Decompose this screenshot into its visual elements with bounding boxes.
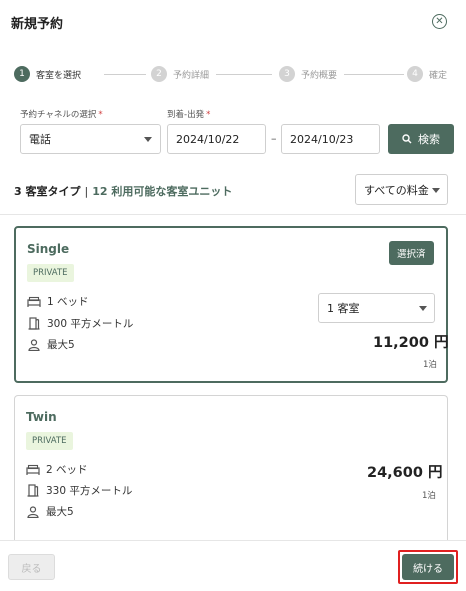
checkin-value: 2024/10/22 (176, 132, 240, 146)
step-connector (216, 74, 272, 75)
room-badge: PRIVATE (27, 264, 74, 282)
close-icon[interactable]: ✕ (432, 14, 447, 29)
room-area-label: 330 平方メートル (46, 485, 133, 497)
step-number: 3 (279, 66, 295, 82)
dialog-title: 新規予約 (11, 17, 64, 32)
chevron-down-icon (419, 306, 427, 311)
room-beds-label: 2 ベッド (46, 464, 88, 476)
available-units: 12 利用可能な客室ユニット (92, 185, 233, 198)
room-area: 330 平方メートル (26, 483, 132, 498)
price-per-night: 1泊 (422, 491, 436, 501)
checkout-value: 2024/10/23 (290, 132, 354, 146)
chevron-down-icon (144, 137, 152, 142)
channel-value: 電話 (29, 133, 51, 146)
step-label: 確定 (429, 70, 448, 81)
summary-separator: | (84, 185, 89, 198)
back-button[interactable]: 戻る (8, 554, 55, 580)
step-select-room: 1 客室を選択 (14, 66, 81, 82)
bed-icon (27, 296, 41, 308)
search-icon (402, 134, 412, 144)
step-number: 2 (151, 66, 167, 82)
channel-label-text: 予約チャネルの選択 (20, 110, 97, 120)
room-beds-label: 1 ベッド (47, 296, 89, 308)
step-number: 4 (407, 66, 423, 82)
room-beds: 1 ベッド (27, 294, 89, 309)
date-separator: – (271, 132, 277, 145)
step-label: 予約概要 (301, 70, 338, 81)
room-capacity: 最大5 (26, 504, 74, 519)
step-connector (104, 74, 146, 75)
availability-summary: 3 客室タイプ | 12 利用可能な客室ユニット (14, 183, 232, 199)
room-beds: 2 ベッド (26, 462, 88, 477)
room-capacity-label: 最大5 (47, 339, 75, 351)
chevron-down-icon (432, 188, 440, 193)
person-icon (26, 505, 40, 518)
room-capacity: 最大5 (27, 337, 75, 352)
search-label: 検索 (418, 133, 440, 146)
room-price: 24,600 円 (367, 465, 443, 481)
room-area-label: 300 平方メートル (47, 318, 134, 330)
room-capacity-label: 最大5 (46, 506, 74, 518)
divider (0, 214, 466, 215)
search-button[interactable]: 検索 (388, 124, 454, 154)
step-confirm: 4 確定 (407, 66, 447, 82)
step-summary: 3 予約概要 (279, 66, 337, 82)
person-icon (27, 338, 41, 351)
door-icon (26, 484, 40, 497)
dialog-header: 新規予約 ✕ (0, 0, 466, 44)
room-card-twin[interactable]: Twin PRIVATE 2 ベッド 330 平方メートル 最大5 24,600… (14, 395, 448, 540)
room-quantity-value: 1 客室 (327, 302, 360, 315)
room-type-count: 3 客室タイプ (14, 185, 81, 198)
room-name: Single (27, 242, 70, 256)
rate-filter-value: すべての料金 (364, 183, 429, 197)
checkin-input[interactable]: 2024/10/22 (167, 124, 266, 154)
room-name: Twin (26, 410, 57, 424)
step-label: 予約詳細 (173, 70, 210, 81)
door-icon (27, 317, 41, 330)
selected-button[interactable]: 選択済 (389, 241, 434, 265)
dialog-footer (0, 540, 466, 591)
room-price: 11,200 円 (373, 335, 449, 351)
rate-filter-select[interactable]: すべての料金 (355, 174, 448, 205)
checkout-input[interactable]: 2024/10/23 (281, 124, 380, 154)
channel-label: 予約チャネルの選択 * (20, 108, 103, 120)
room-badge: PRIVATE (26, 432, 73, 450)
step-connector (344, 74, 404, 75)
channel-select[interactable]: 電話 (20, 124, 161, 154)
stepper: 1 客室を選択 2 予約詳細 3 予約概要 4 確定 (14, 66, 454, 82)
step-number: 1 (14, 66, 30, 82)
required-mark: * (98, 110, 103, 120)
bed-icon (26, 464, 40, 476)
continue-button[interactable]: 続ける (402, 554, 454, 580)
dates-label-text: 到着-出発 (167, 110, 205, 120)
price-per-night: 1泊 (423, 360, 437, 370)
room-quantity-select[interactable]: 1 客室 (318, 293, 435, 323)
room-card-single[interactable]: Single PRIVATE 1 ベッド 300 平方メートル 最大5 選択済 … (14, 226, 449, 383)
step-label: 客室を選択 (36, 70, 82, 81)
required-mark: * (206, 110, 211, 120)
room-area: 300 平方メートル (27, 316, 133, 331)
dates-label: 到着-出発 * (167, 108, 210, 120)
step-details: 2 予約詳細 (151, 66, 209, 82)
